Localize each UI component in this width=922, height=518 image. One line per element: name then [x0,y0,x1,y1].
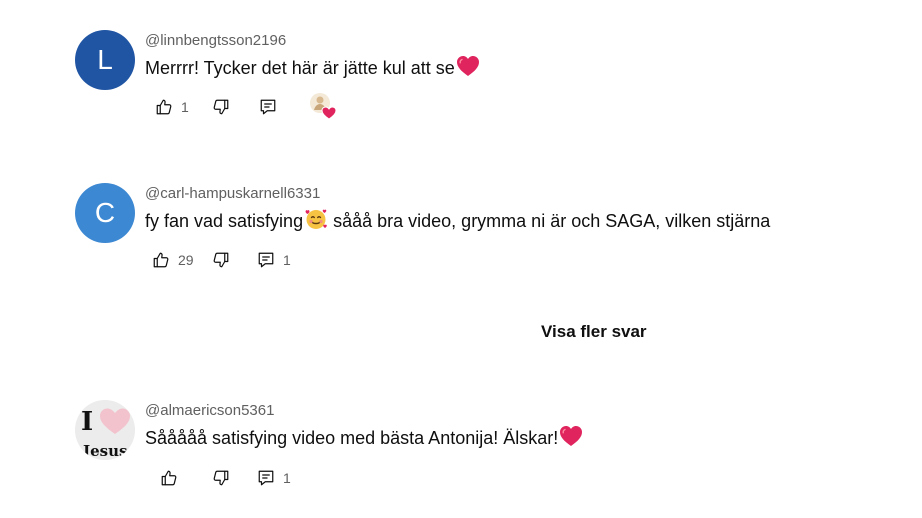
show-more-replies-button[interactable]: Visa fler svar [541,321,647,343]
avatar[interactable]: I Jesus [75,400,135,460]
comment-actions: 1 [145,467,445,489]
reply-button[interactable]: 1 [257,467,291,489]
i-love-jesus-avatar-image: I Jesus [75,400,135,460]
avatar-letter: L [97,44,113,75]
comment-body: @carl-hampuskarnell6331 fy fan vad satis… [145,183,885,268]
reply-button[interactable]: 1 [257,249,291,271]
comment-text: Merrrr! Tycker det här är jätte kul att … [145,55,885,83]
avatar[interactable]: C [75,183,135,243]
svg-text:I: I [81,407,93,437]
thumbs-down-icon [212,98,230,116]
red-heart-icon [456,55,480,83]
like-button[interactable]: 29 [152,249,194,271]
comment-text: Sååååå satisfying video med bästa Antoni… [145,425,885,453]
smiling-face-with-hearts-icon [304,208,328,236]
red-heart-icon [559,425,583,453]
comment-actions: 1 [145,93,445,120]
reply-icon [257,251,275,269]
creator-avatar-icon [310,93,337,120]
dislike-button[interactable] [212,96,230,118]
creator-heart-badge [309,92,337,120]
comment-text-after: sååå bra video, grymma ni är och SAGA, v… [328,211,771,231]
thumbs-down-icon [212,469,230,487]
svg-text:Jesus: Jesus [81,442,127,460]
avatar-letter: C [94,197,116,228]
comment-text-content: Sååååå satisfying video med bästa Antoni… [145,428,559,448]
thumbs-up-icon [160,469,178,487]
reply-icon [257,469,275,487]
reply-count: 1 [283,470,291,486]
like-count: 29 [178,252,194,268]
comment-body: @linnbengtsson2196 Merrrr! Tycker det hä… [145,30,885,120]
comment-actions: 29 1 [145,249,445,271]
thumbs-down-icon [212,251,230,269]
comment-username[interactable]: @carl-hampuskarnell6331 [145,184,885,204]
thumbs-up-icon [155,98,173,116]
dislike-button[interactable] [212,249,230,271]
reply-button[interactable] [259,96,277,118]
avatar[interactable]: L [75,30,135,90]
like-button[interactable] [160,467,178,489]
comment-body: @almaericson5361 Sååååå satisfying video… [145,400,885,486]
comment-username[interactable]: @linnbengtsson2196 [145,31,885,51]
comment-text: fy fan vad satisfying sååå bra video, gr… [145,208,885,236]
thumbs-up-icon [152,251,170,269]
like-button[interactable]: 1 [155,96,189,118]
reply-icon [259,98,277,116]
comment-username[interactable]: @almaericson5361 [145,401,885,421]
reply-count: 1 [283,252,291,268]
comment-text-content: Merrrr! Tycker det här är jätte kul att … [145,58,455,78]
like-count: 1 [181,99,189,115]
dislike-button[interactable] [212,467,230,489]
comment-text-before: fy fan vad satisfying [145,211,304,231]
